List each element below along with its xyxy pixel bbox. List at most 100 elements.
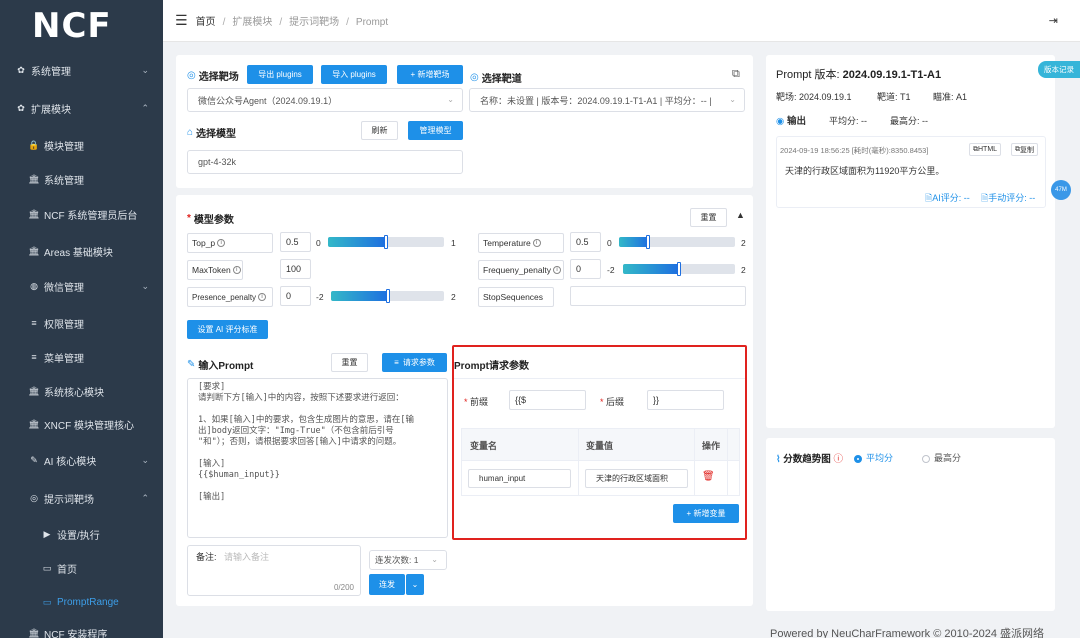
info-icon: i <box>553 266 562 274</box>
manage-model-button[interactable]: 管理模型 <box>408 121 463 140</box>
lock-icon: 🔒 <box>28 139 40 150</box>
trend-title: ⌇ 分数趋势图 ⓘ <box>776 454 843 465</box>
copy-button[interactable]: ⧉ 复制 <box>1011 143 1038 156</box>
presence-penalty-slider[interactable] <box>331 289 444 303</box>
sidebar-item-label: Areas 基础模块 <box>44 247 113 259</box>
target-select[interactable]: 名称：未设置 | 版本号：2024.09.19.1-T1-A1 | 平均分：--… <box>469 88 745 112</box>
collapse-icon[interactable]: ▲ <box>736 210 745 220</box>
version-history-badge[interactable]: 版本记录 <box>1038 61 1080 78</box>
sidebar-item[interactable]: 🏛 系统核心模块 <box>0 373 163 409</box>
monitor-icon: ▭ <box>42 562 52 573</box>
temperature-input[interactable]: 0.5 <box>570 232 601 252</box>
model-select[interactable]: gpt-4-32k <box>187 150 463 174</box>
request-params-label: 请求参数 <box>402 358 435 367</box>
wand-icon: ✎ <box>187 359 196 370</box>
copy-icon[interactable]: ⧉ <box>732 68 740 81</box>
sidebar-item[interactable]: 🏛 NCF 安装程序 <box>0 615 163 638</box>
info-icon: i <box>232 266 241 274</box>
breadcrumb: 首页 / 扩展模块 / 提示词靶场 / Prompt <box>195 17 389 28</box>
repeat-count-select[interactable]: 连发次数: 1 ⌄ <box>369 550 447 570</box>
sidebar-item[interactable]: ≡ 权限管理 <box>0 305 163 341</box>
sidebar-item[interactable]: ▶ 设置/执行 <box>0 516 163 552</box>
sidebar-item-label: 提示词靶场 <box>44 494 94 506</box>
slider-thumb[interactable] <box>385 289 390 303</box>
sidebar-item-label: 扩展模块 <box>31 104 71 116</box>
max-radio[interactable]: 最高分 <box>922 451 961 464</box>
breadcrumb-ext[interactable]: 扩展模块 <box>232 17 272 28</box>
bank-icon: 🏛 <box>28 627 40 638</box>
select-target-label: ◎ 选择靶道 <box>470 72 522 85</box>
export-plugins-button[interactable]: 导出 plugins <box>247 65 313 84</box>
sidebar-item[interactable]: ◍ 微信管理 ⌄ <box>0 268 163 304</box>
send-button[interactable]: 连发 <box>369 574 405 595</box>
trend-panel: ⌇ 分数趋势图 ⓘ 平均分 最高分 <box>766 438 1055 611</box>
manual-score[interactable]: 🗎手动评分: -- <box>981 191 1035 207</box>
info-icon: i <box>532 239 541 247</box>
maxtoken-input[interactable]: 100 <box>280 259 311 279</box>
sidebar-item[interactable]: 🏛 XNCF 模块管理核心 <box>0 406 163 442</box>
prompt-title: ✎ 输入Prompt <box>187 359 254 372</box>
sidebar-item-label: XNCF 模块管理核心 <box>44 420 134 432</box>
params-reset-button[interactable]: 重置 <box>690 208 727 227</box>
freq-penalty-slider[interactable] <box>623 262 735 276</box>
target-icon: ◎ <box>30 492 38 503</box>
new-range-button[interactable]: + 新增靶场 <box>397 65 463 84</box>
sidebar-item-label: 系统管理 <box>44 175 84 187</box>
top-p-input[interactable]: 0.5 <box>280 232 311 252</box>
chevron-down-icon: ⌄ <box>431 555 438 564</box>
freq-penalty-input[interactable]: 0 <box>570 259 601 279</box>
bank-icon: 🏛 <box>28 173 40 184</box>
slider-thumb[interactable] <box>677 262 681 276</box>
logo-text: NCF <box>32 6 112 46</box>
sidebar-item[interactable]: ✎ AI 核心模块 ⌄ <box>0 442 163 478</box>
breadcrumb-range[interactable]: 提示词靶场 <box>289 17 339 28</box>
prompt-textarea[interactable]: [要求] 请判断下方[输入]中的内容，按照下述要求进行返回： 1、如果[输入]中… <box>187 378 448 538</box>
prompt-reset-button[interactable]: 重置 <box>331 353 368 372</box>
presence-penalty-max: 2 <box>451 292 456 302</box>
temperature-slider[interactable] <box>619 235 735 249</box>
sidebar-item[interactable]: 🏛 Areas 基础模块 <box>0 233 163 269</box>
menu-toggle-icon[interactable]: ☰ <box>175 12 188 29</box>
note-label: 备注: <box>196 552 217 562</box>
aim-meta: 瞄准: A1 <box>933 92 968 102</box>
sidebar-item-label: 设置/执行 <box>57 530 100 542</box>
sidebar-item-label: 菜单管理 <box>44 353 84 365</box>
sidebar-item-label: 微信管理 <box>44 282 84 294</box>
target-icon: ◎ <box>470 72 479 83</box>
log-time: 2024-09-19 18:56:25 [耗时(毫秒):8350.8453] <box>780 146 929 155</box>
floating-badge[interactable]: 47M <box>1051 180 1071 200</box>
slider-fill <box>328 237 386 247</box>
sidebar-item-label: 模块管理 <box>44 141 84 153</box>
sidebar-item[interactable]: ▭ 首页 <box>0 550 163 586</box>
sidebar-item[interactable]: ≡ 菜单管理 <box>0 339 163 375</box>
note-input[interactable]: 备注: 请输入备注 0/200 <box>187 545 361 596</box>
slider-fill <box>623 264 679 274</box>
list-icon: ≡ <box>31 352 37 362</box>
chevron-down-icon: ⌄ <box>447 95 454 104</box>
request-params-button[interactable]: ≡ 请求参数 <box>382 353 447 372</box>
stop-sequences-input[interactable] <box>570 286 746 306</box>
sidebar-item[interactable]: ✿ 系统管理 ⌄ <box>0 52 163 88</box>
avg-radio[interactable]: 平均分 <box>854 451 893 464</box>
sidebar-item[interactable]: ◎ 提示词靶场 ⌃ <box>0 480 163 516</box>
send-dropdown-button[interactable]: ⌄ <box>406 574 424 595</box>
slider-thumb[interactable] <box>646 235 650 249</box>
range-select[interactable]: 微信公众号Agent（2024.09.19.1） ⌄ <box>187 88 463 112</box>
sidebar-item[interactable]: ✿ 扩展模块 ⌃ <box>0 90 163 126</box>
logo[interactable]: NCF <box>0 0 163 52</box>
logout-icon[interactable]: ⇥ <box>1049 14 1058 27</box>
sidebar-item-label: NCF 安装程序 <box>44 629 108 638</box>
set-ai-score-button[interactable]: 设置 AI 评分标准 <box>187 320 268 339</box>
presence-penalty-input[interactable]: 0 <box>280 286 311 306</box>
sidebar-item[interactable]: 🔒 模块管理 <box>0 127 163 163</box>
sidebar-item-label: 系统核心模块 <box>44 387 104 399</box>
sidebar-item[interactable]: 🏛 系统管理 <box>0 161 163 197</box>
html-button[interactable]: ⧉ HTML <box>969 143 1002 156</box>
breadcrumb-home[interactable]: 首页 <box>196 17 216 28</box>
import-plugins-button[interactable]: 导入 plugins <box>321 65 387 84</box>
select-model-label: ⌂ 选择模型 <box>187 127 237 140</box>
top-p-slider[interactable] <box>328 235 444 249</box>
sidebar-item[interactable]: 🏛 NCF 系统管理员后台 <box>0 196 163 232</box>
refresh-button[interactable]: 刷新 <box>361 121 398 140</box>
slider-thumb[interactable] <box>384 235 388 249</box>
